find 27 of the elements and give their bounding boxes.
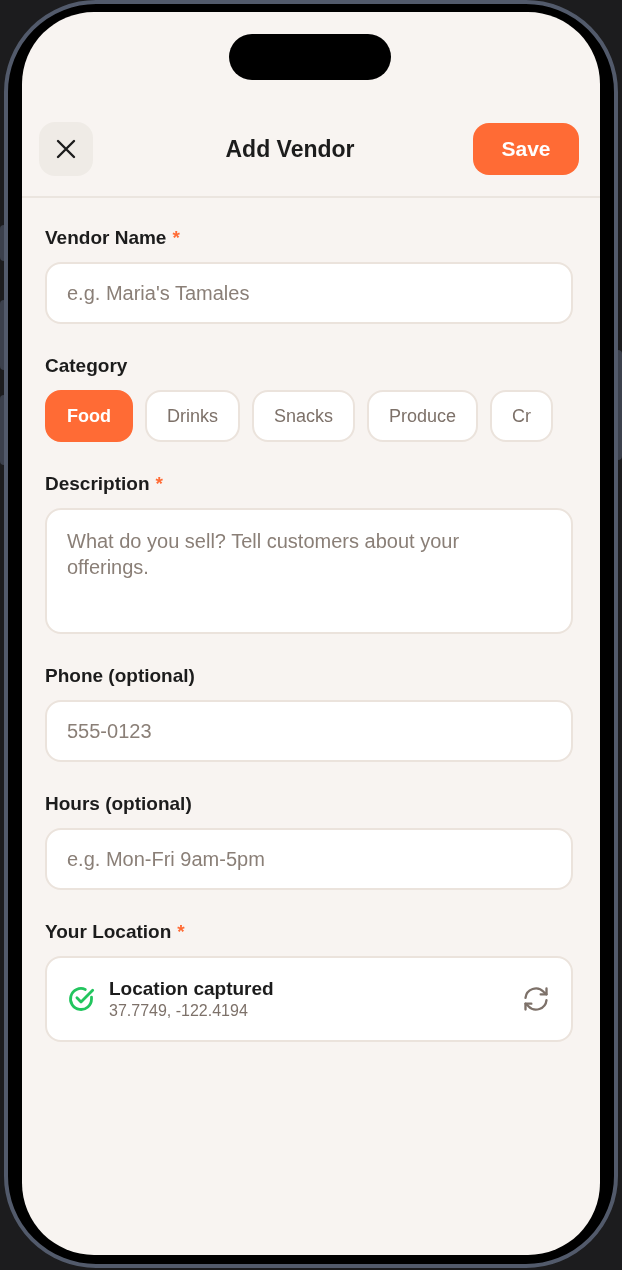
category-chip[interactable]: Food (45, 390, 133, 442)
location-status: Location captured (109, 977, 275, 1001)
field-label: Phone (optional) (45, 663, 195, 688)
category-chip[interactable]: Drinks (145, 390, 240, 442)
field-label: Hours (optional) (45, 791, 192, 816)
category-chip[interactable]: Snacks (252, 390, 356, 442)
coordinates: 37.7749, -122.4194 (109, 1001, 249, 1021)
field-label: Vendor Name (45, 225, 167, 250)
field-label: Your Location (45, 919, 172, 944)
input-field[interactable]: e.g. Maria's Tamales (45, 262, 573, 324)
required-mark: * (172, 225, 180, 250)
input-field[interactable]: 555-0123 (45, 700, 573, 762)
required-mark: * (177, 919, 185, 944)
input-field[interactable]: e.g. Mon-Fri 9am-5pm (45, 828, 573, 890)
category-chip[interactable]: Produce (367, 390, 479, 442)
required-mark: * (155, 471, 163, 496)
save-button[interactable]: Save (473, 123, 579, 175)
field-label: Category (45, 353, 128, 378)
check-circle-icon (67, 985, 95, 1013)
refresh-button[interactable] (521, 984, 551, 1014)
close-button[interactable] (39, 122, 93, 176)
close-icon (56, 139, 76, 159)
category-chip[interactable]: Cr (490, 390, 554, 442)
text-area-field[interactable]: What do you sell? Tell customers about your offerings. (45, 508, 573, 634)
field-label: Description (45, 471, 150, 496)
page-title: Add Vendor (225, 134, 355, 164)
refresh-icon (522, 985, 550, 1013)
